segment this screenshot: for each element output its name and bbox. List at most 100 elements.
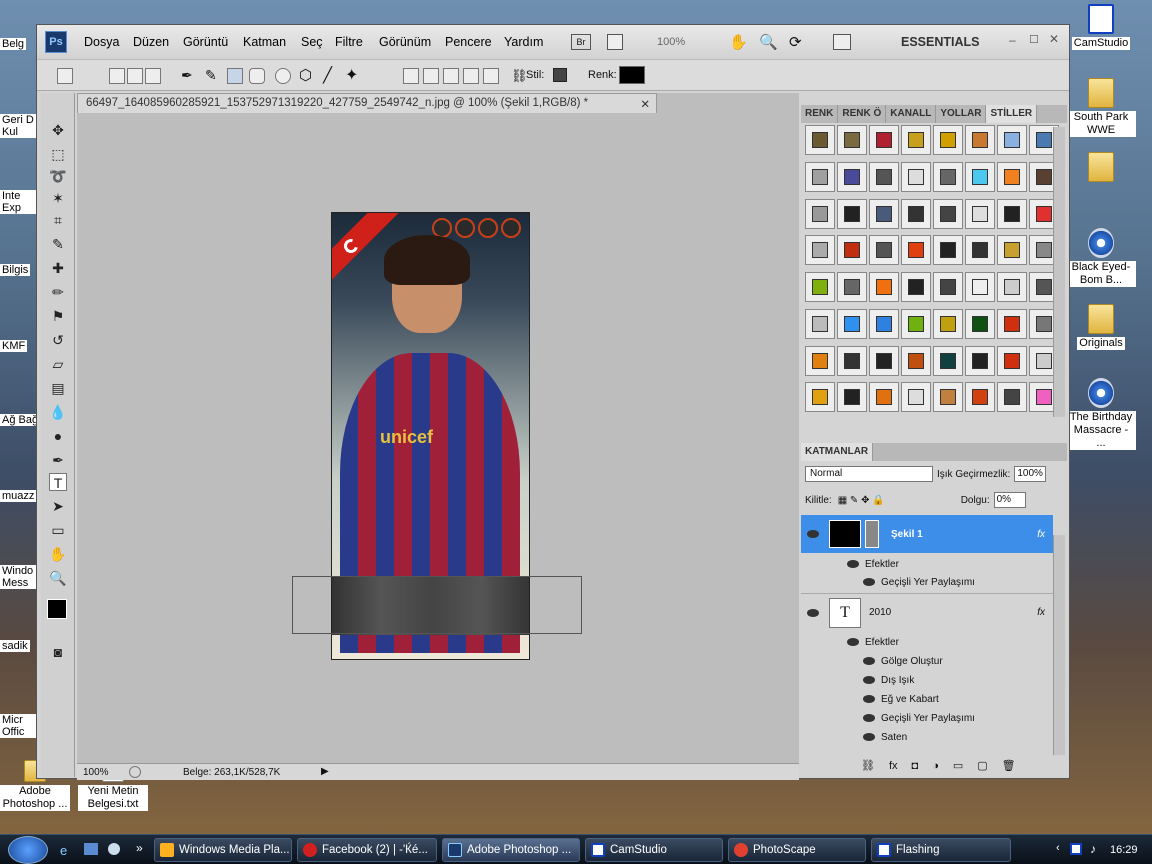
volume-icon[interactable]: ♪ bbox=[1090, 842, 1096, 856]
hand-tool-icon[interactable]: ✋ bbox=[729, 33, 748, 51]
menu-sec[interactable]: Seç bbox=[301, 35, 323, 49]
style-swatch[interactable] bbox=[869, 161, 899, 192]
status-info-icon[interactable] bbox=[129, 766, 141, 778]
style-swatch[interactable] bbox=[933, 198, 963, 229]
effect-row[interactable]: Saten bbox=[801, 728, 1053, 746]
desktop-icon-birthday-massacre[interactable]: The Birthday Massacre - ... bbox=[1066, 378, 1136, 450]
style-swatch[interactable] bbox=[901, 345, 931, 376]
style-swatch[interactable] bbox=[901, 161, 931, 192]
tray-camstudio-icon[interactable] bbox=[1070, 843, 1082, 855]
create-new-shape-icon[interactable] bbox=[403, 68, 419, 84]
style-swatch[interactable] bbox=[933, 382, 963, 413]
type-tool-icon[interactable]: T bbox=[49, 473, 67, 491]
menu-gorunum[interactable]: Görünüm bbox=[379, 35, 431, 49]
menu-katman[interactable]: Katman bbox=[243, 35, 286, 49]
menu-filtre[interactable]: Filtre bbox=[335, 35, 363, 49]
style-swatch[interactable] bbox=[933, 125, 963, 155]
style-swatch[interactable] bbox=[997, 235, 1027, 266]
style-swatch[interactable] bbox=[805, 272, 835, 302]
styles-scrollbar[interactable] bbox=[1053, 127, 1065, 417]
style-swatch[interactable] bbox=[901, 235, 931, 266]
start-button[interactable] bbox=[8, 836, 48, 864]
fill-pixels-icon[interactable] bbox=[145, 68, 161, 84]
style-swatch[interactable] bbox=[965, 382, 995, 413]
gradient-tool-icon[interactable]: ▤ bbox=[49, 379, 67, 397]
line-shape-icon[interactable]: ╱ bbox=[323, 66, 332, 84]
exclude-shape-icon[interactable] bbox=[483, 68, 499, 84]
tab-yollar[interactable]: YOLLAR bbox=[936, 105, 987, 123]
subtract-shape-icon[interactable] bbox=[443, 68, 459, 84]
style-swatch[interactable] bbox=[933, 345, 963, 376]
lasso-tool-icon[interactable]: ➰ bbox=[49, 167, 67, 185]
task-camstudio[interactable]: CamStudio bbox=[585, 838, 723, 862]
desktop-icon-label[interactable]: Ağ Bağ bbox=[0, 414, 41, 426]
style-swatch[interactable] bbox=[997, 125, 1027, 155]
style-swatch[interactable] bbox=[901, 308, 931, 339]
delete-layer-icon[interactable]: 🗑 bbox=[1002, 759, 1016, 772]
maximize-button[interactable]: ☐ bbox=[1029, 33, 1039, 46]
bridge-button[interactable]: Br bbox=[571, 34, 591, 50]
rounded-rectangle-icon[interactable] bbox=[249, 68, 265, 84]
visibility-eye-icon[interactable] bbox=[863, 676, 875, 684]
desktop-icon-black-eyed[interactable]: Black Eyed-Bom B... bbox=[1066, 228, 1136, 287]
desktop-icon-camstudio[interactable]: CamStudio bbox=[1066, 4, 1136, 50]
style-swatch[interactable] bbox=[997, 345, 1027, 376]
visibility-eye-icon[interactable] bbox=[863, 695, 875, 703]
layer-row-sekil-1[interactable]: Şekil 1 fx bbox=[801, 515, 1053, 553]
style-swatch[interactable] bbox=[837, 198, 867, 229]
style-swatch[interactable] bbox=[997, 161, 1027, 192]
style-swatch[interactable] bbox=[869, 198, 899, 229]
task-facebook[interactable]: Facebook (2) | -'Ќé... bbox=[297, 838, 437, 862]
tab-renk-ornekleri[interactable]: RENK Ö bbox=[838, 105, 887, 123]
menu-duzen[interactable]: Düzen bbox=[133, 35, 169, 49]
style-swatch[interactable] bbox=[805, 345, 835, 376]
eyedropper-icon[interactable]: ✎ bbox=[49, 235, 67, 253]
task-media-player[interactable]: Windows Media Pla... bbox=[154, 838, 292, 862]
style-swatch[interactable] bbox=[933, 161, 963, 192]
effect-row[interactable]: Geçişli Yer Paylaşımı bbox=[801, 709, 1053, 727]
pen-tool-icon[interactable]: ✒ bbox=[49, 451, 67, 469]
effect-row[interactable]: Geçişli Yer Paylaşımı bbox=[801, 573, 1053, 591]
arrange-documents-icon[interactable] bbox=[833, 34, 851, 50]
freeform-pen-icon[interactable]: ✎ bbox=[205, 67, 217, 84]
style-swatch[interactable] bbox=[869, 308, 899, 339]
rectangle-shape-icon[interactable] bbox=[227, 68, 243, 84]
zoom-tool-icon[interactable]: 🔍 bbox=[759, 33, 778, 51]
tab-katmanlar[interactable]: KATMANLAR bbox=[801, 443, 874, 461]
style-swatch[interactable] bbox=[869, 125, 899, 155]
menu-yardim[interactable]: Yardım bbox=[504, 35, 543, 49]
shape-layers-icon[interactable] bbox=[109, 68, 125, 84]
healing-brush-icon[interactable]: ✚ bbox=[49, 259, 67, 277]
pen-tool-icon[interactable]: ✒ bbox=[181, 67, 193, 84]
style-swatch[interactable] bbox=[997, 382, 1027, 413]
minimize-button[interactable]: – bbox=[1009, 33, 1016, 47]
style-swatch[interactable] bbox=[837, 382, 867, 413]
style-swatch[interactable] bbox=[869, 235, 899, 266]
quicklaunch-more-icon[interactable]: » bbox=[136, 841, 143, 855]
history-brush-icon[interactable]: ↺ bbox=[49, 331, 67, 349]
style-swatch[interactable] bbox=[837, 345, 867, 376]
shape-bounding-box[interactable] bbox=[292, 576, 582, 634]
ellipse-shape-icon[interactable] bbox=[275, 68, 291, 84]
style-swatch[interactable] bbox=[901, 125, 931, 155]
effect-row[interactable]: Gölge Oluştur bbox=[801, 652, 1053, 670]
layer-row-2010[interactable]: T 2010 fx bbox=[801, 593, 1053, 631]
close-button[interactable]: ✕ bbox=[1049, 32, 1059, 46]
tab-stiller[interactable]: STİLLER bbox=[986, 105, 1038, 123]
visibility-eye-icon[interactable] bbox=[847, 560, 859, 568]
add-mask-icon[interactable]: ◘ bbox=[912, 760, 919, 772]
zoom-level[interactable]: 100% bbox=[657, 36, 685, 48]
visibility-eye-icon[interactable] bbox=[863, 578, 875, 586]
close-tab-icon[interactable]: ✕ bbox=[640, 97, 650, 111]
task-photoshop[interactable]: Adobe Photoshop ... bbox=[442, 838, 580, 862]
shape-color-swatch[interactable] bbox=[619, 66, 645, 84]
desktop-icon-folder[interactable] bbox=[1066, 152, 1136, 185]
status-menu-arrow-icon[interactable]: ▶ bbox=[321, 766, 329, 777]
visibility-eye-icon[interactable] bbox=[847, 638, 859, 646]
style-swatch[interactable] bbox=[965, 272, 995, 302]
visibility-eye-icon[interactable] bbox=[863, 714, 875, 722]
style-swatch[interactable] bbox=[837, 161, 867, 192]
quick-mask-icon[interactable]: ◙ bbox=[49, 643, 67, 661]
effect-row[interactable]: Dış Işık bbox=[801, 671, 1053, 689]
task-flashing[interactable]: Flashing bbox=[871, 838, 1011, 862]
